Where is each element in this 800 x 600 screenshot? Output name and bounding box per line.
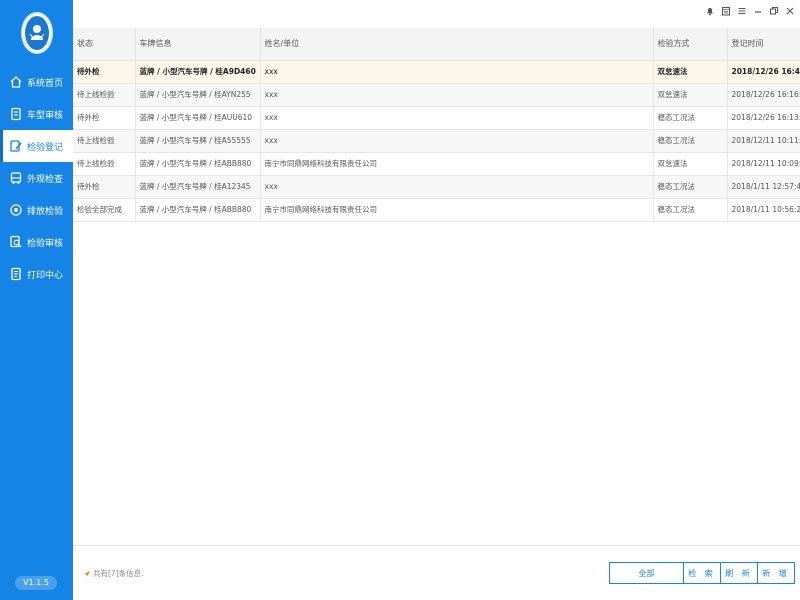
footer-bar: 共有[7]条信息. 全部 检 索 刷 新 新 增 xyxy=(73,545,800,600)
table-row[interactable]: 待外检 蓝牌 / 小型汽车号牌 / 桂A9D460 xxx 双怠速法 2018/… xyxy=(73,60,800,84)
cell-plate-info: 蓝牌 / 小型汽车号牌 / 桂A55555 xyxy=(135,129,261,153)
menu-icon[interactable] xyxy=(736,4,748,18)
sidebar: 系统首页 车型审核 检验登记 外观检查 排放检验 检验审核 打印中心 V1.1.… xyxy=(0,0,73,600)
sidebar-item-inspection-register[interactable]: 检验登记 xyxy=(0,130,73,162)
cell-status: 待外检 xyxy=(73,175,136,199)
arrow-pointer-icon xyxy=(84,570,90,577)
cell-register-time: 2018/12/11 10:11:19 xyxy=(727,129,800,153)
cell-plate-info: 蓝牌 / 小型汽车号牌 / 桂ABB880 xyxy=(135,152,261,176)
cell-plate-info: 蓝牌 / 小型汽车号牌 / 桂AYN255 xyxy=(135,83,261,107)
sidebar-item-label: 检验登记 xyxy=(27,142,64,153)
sidebar-item-label: 车型审核 xyxy=(27,110,64,121)
column-header-name-unit[interactable]: 姓名/单位 xyxy=(260,28,654,61)
add-button[interactable]: 新 增 xyxy=(757,562,795,584)
sidebar-item-label: 外观检查 xyxy=(27,174,64,185)
cell-status: 待上线检验 xyxy=(73,129,136,153)
notification-bell-icon[interactable] xyxy=(704,4,716,18)
table-row[interactable]: 待外检 蓝牌 / 小型汽车号牌 / 桂A12345 xxx 稳态工况法 2018… xyxy=(73,175,800,199)
app-window: 系统首页 车型审核 检验登记 外观检查 排放检验 检验审核 打印中心 V1.1.… xyxy=(0,0,800,600)
cell-name-unit: xxx xyxy=(260,175,654,199)
cell-status: 待上线检验 xyxy=(73,83,136,107)
cell-method: 双怠速法 xyxy=(653,83,728,107)
cell-register-time: 2018/1/11 12:57:48 xyxy=(727,175,800,199)
refresh-button[interactable]: 刷 新 xyxy=(720,562,758,584)
table-header-row: 状态 车牌信息 姓名/单位 检验方式 登记时间 xyxy=(73,28,800,61)
cell-method: 稳态工况法 xyxy=(653,106,728,130)
column-header-status[interactable]: 状态 xyxy=(73,28,136,61)
cell-name-unit: xxx xyxy=(260,106,654,130)
registration-table: 状态 车牌信息 姓名/单位 检验方式 登记时间 待外检 蓝牌 / 小型汽车号牌 … xyxy=(73,28,800,222)
cell-plate-info: 蓝牌 / 小型汽车号牌 / 桂ABB880 xyxy=(135,198,261,222)
calendar-icon[interactable] xyxy=(720,4,732,18)
title-bar xyxy=(73,0,800,28)
cell-method: 稳态工况法 xyxy=(653,129,728,153)
cell-status: 待外检 xyxy=(73,60,136,84)
sidebar-item-home[interactable]: 系统首页 xyxy=(0,66,73,98)
all-button[interactable]: 全部 xyxy=(609,562,684,584)
cell-status: 待上线检验 xyxy=(73,152,136,176)
table-row[interactable]: 待上线检验 蓝牌 / 小型汽车号牌 / 桂A55555 xxx 稳态工况法 20… xyxy=(73,129,800,153)
sidebar-item-label: 检验审核 xyxy=(27,238,64,249)
bus-icon xyxy=(9,171,23,185)
edit-document-icon xyxy=(9,139,23,153)
footer-button-group: 全部 检 索 刷 新 新 增 xyxy=(609,562,795,584)
emission-icon xyxy=(9,203,23,217)
column-header-method[interactable]: 检验方式 xyxy=(653,28,728,61)
close-icon[interactable] xyxy=(784,4,796,18)
version-badge: V1.1.5 xyxy=(15,576,57,590)
restore-icon[interactable] xyxy=(768,4,780,18)
record-count: 共有[7]条信息. xyxy=(83,568,144,579)
sidebar-item-appearance-check[interactable]: 外观检查 xyxy=(0,162,73,194)
cell-plate-info: 蓝牌 / 小型汽车号牌 / 桂A9D460 xyxy=(135,60,261,84)
sidebar-item-label: 打印中心 xyxy=(27,270,64,281)
cell-register-time: 2018/12/11 10:09:11 xyxy=(727,152,800,176)
cell-name-unit: 南宁市同鼎网络科技有限责任公司 xyxy=(260,198,654,222)
cell-register-time: 2018/12/26 16:13:54 xyxy=(727,106,800,130)
sidebar-item-label: 系统首页 xyxy=(27,78,64,89)
record-count-text: 共有[7]条信息. xyxy=(93,569,144,578)
table-row[interactable]: 待上线检验 蓝牌 / 小型汽车号牌 / 桂AYN255 xxx 双怠速法 201… xyxy=(73,83,800,107)
cell-method: 双怠速法 xyxy=(653,152,728,176)
column-header-plate-info[interactable]: 车牌信息 xyxy=(135,28,261,61)
sidebar-item-label: 排放检验 xyxy=(27,206,64,217)
column-header-register-time[interactable]: 登记时间 xyxy=(727,28,800,61)
window-controls xyxy=(704,4,796,18)
cell-name-unit: xxx xyxy=(260,60,654,84)
sidebar-item-print-center[interactable]: 打印中心 xyxy=(0,258,73,290)
table-row[interactable]: 待上线检验 蓝牌 / 小型汽车号牌 / 桂ABB880 南宁市同鼎网络科技有限责… xyxy=(73,152,800,176)
cell-method: 稳态工况法 xyxy=(653,198,728,222)
search-document-icon xyxy=(9,235,23,249)
table-row[interactable]: 待外检 蓝牌 / 小型汽车号牌 / 桂AUU610 xxx 稳态工况法 2018… xyxy=(73,106,800,130)
home-icon xyxy=(9,75,23,89)
sidebar-item-inspection-review[interactable]: 检验审核 xyxy=(0,226,73,258)
search-button[interactable]: 检 索 xyxy=(683,562,721,584)
table-row[interactable]: 检验全部完成 蓝牌 / 小型汽车号牌 / 桂ABB880 南宁市同鼎网络科技有限… xyxy=(73,198,800,222)
document-icon xyxy=(9,107,23,121)
cell-status: 检验全部完成 xyxy=(73,198,136,222)
app-logo xyxy=(21,12,53,54)
cell-method: 稳态工况法 xyxy=(653,175,728,199)
cell-plate-info: 蓝牌 / 小型汽车号牌 / 桂A12345 xyxy=(135,175,261,199)
cell-register-time: 2018/12/26 16:44:07 xyxy=(727,60,800,84)
cell-register-time: 2018/12/26 16:16:21 xyxy=(727,83,800,107)
cell-name-unit: 南宁市同鼎网络科技有限责任公司 xyxy=(260,152,654,176)
sidebar-item-emission-test[interactable]: 排放检验 xyxy=(0,194,73,226)
printer-icon xyxy=(9,267,23,281)
cell-status: 待外检 xyxy=(73,106,136,130)
minimize-icon[interactable] xyxy=(752,4,764,18)
cell-name-unit: xxx xyxy=(260,129,654,153)
cell-register-time: 2018/1/11 10:56:28 xyxy=(727,198,800,222)
cell-plate-info: 蓝牌 / 小型汽车号牌 / 桂AUU610 xyxy=(135,106,261,130)
cell-method: 双怠速法 xyxy=(653,60,728,84)
cell-name-unit: xxx xyxy=(260,83,654,107)
emblem-icon xyxy=(29,25,45,40)
sidebar-nav: 系统首页 车型审核 检验登记 外观检查 排放检验 检验审核 打印中心 xyxy=(0,66,73,290)
sidebar-item-vehicle-review[interactable]: 车型审核 xyxy=(0,98,73,130)
